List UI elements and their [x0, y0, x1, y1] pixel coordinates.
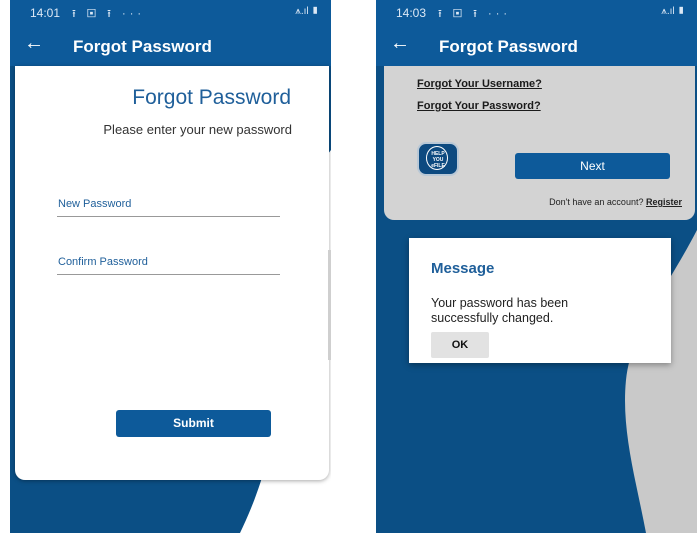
no-account-text: Don't have an account? Register: [549, 197, 682, 207]
forgot-password-link[interactable]: Forgot Your Password?: [417, 100, 541, 112]
register-link[interactable]: Register: [646, 197, 682, 207]
login-card: Forgot Your Username? Forgot Your Passwo…: [384, 66, 695, 220]
new-password-field[interactable]: New Password: [57, 194, 280, 217]
scroll-indicator: [328, 250, 331, 360]
status-time: 14:01: [30, 6, 61, 20]
notification-icons: ⭱ ▣ ⭱ ···: [438, 8, 512, 20]
notification-icons: ⭱ ▣ ⭱ ···: [72, 8, 146, 20]
new-password-placeholder: New Password: [58, 198, 132, 210]
system-icons: ⩚.ıl ▮: [295, 6, 319, 17]
page-title: Forgot Password: [439, 37, 578, 56]
status-bar: 14:03 ⭱ ▣ ⭱ ··· ⩚.ıl ▮: [376, 0, 697, 26]
card-title: Forgot Password: [132, 86, 291, 109]
page-title: Forgot Password: [73, 37, 212, 56]
back-arrow-icon[interactable]: ←: [390, 33, 410, 53]
reset-password-card: Forgot Password Please enter your new pa…: [15, 66, 329, 480]
next-button[interactable]: Next: [515, 153, 670, 179]
help-you-efile-logo: HELP YOU eFILE: [417, 142, 459, 176]
message-dialog: Message Your password has been successfu…: [409, 238, 671, 363]
confirm-password-placeholder: Confirm Password: [58, 256, 148, 268]
ok-button[interactable]: OK: [431, 332, 489, 358]
confirm-password-field[interactable]: Confirm Password: [57, 252, 280, 275]
app-bar: ← Forgot Password: [10, 26, 331, 66]
app-bar: ← Forgot Password: [376, 26, 697, 66]
dialog-message: Your password has been successfully chan…: [431, 296, 569, 325]
submit-button[interactable]: Submit: [116, 410, 271, 437]
dialog-title: Message: [431, 260, 495, 277]
status-bar: 14:01 ⭱ ▣ ⭱ ··· ⩚.ıl ▮: [10, 0, 331, 26]
forgot-username-link[interactable]: Forgot Your Username?: [417, 78, 542, 90]
status-time: 14:03: [396, 6, 427, 20]
phone-screen-right: 14:03 ⭱ ▣ ⭱ ··· ⩚.ıl ▮ ← Forgot Password…: [376, 0, 697, 533]
back-arrow-icon[interactable]: ←: [24, 33, 44, 53]
no-account-label: Don't have an account?: [549, 197, 644, 207]
phone-screen-left: 14:01 ⭱ ▣ ⭱ ··· ⩚.ıl ▮ ← Forgot Password…: [10, 0, 331, 533]
system-icons: ⩚.ıl ▮: [661, 6, 685, 17]
card-subtitle: Please enter your new password: [103, 122, 292, 137]
